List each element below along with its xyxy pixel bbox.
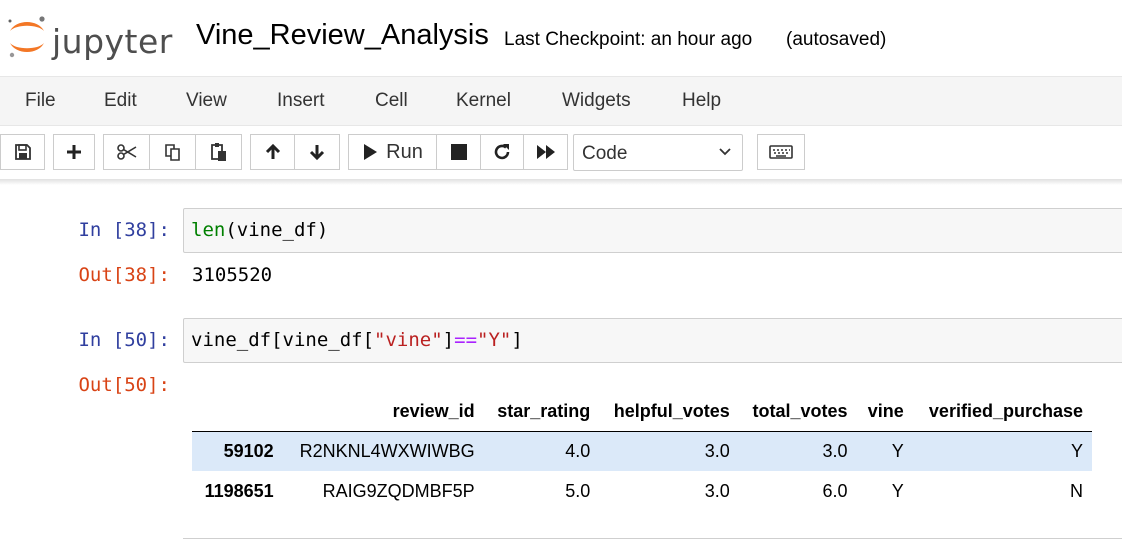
command-palette-button[interactable] — [757, 134, 805, 170]
code-token: ] — [511, 329, 523, 351]
restart-button[interactable] — [480, 134, 524, 170]
autosave-status: (autosaved) — [786, 29, 887, 50]
code-token: len — [191, 219, 226, 241]
input-prompt: In [50]: — [78, 329, 170, 351]
table-cell: Y — [1070, 440, 1083, 461]
next-cell-edge[interactable] — [183, 538, 1122, 544]
arrow-up-icon — [265, 143, 280, 159]
cell-type-select[interactable]: Code — [573, 134, 743, 171]
jupyter-logo-icon — [8, 16, 45, 58]
menu-file[interactable]: File — [25, 90, 56, 112]
menu-bar: File Edit View Insert Cell Kernel Widget… — [0, 76, 1122, 126]
dataframe-output: review_id star_rating helpful_votes tota… — [192, 393, 1092, 511]
table-cell: 4.0 — [565, 440, 591, 461]
menu-edit[interactable]: Edit — [104, 90, 137, 112]
table-row: 1198651 RAIG9ZQDMBF5P 5.0 3.0 6.0 Y N — [192, 471, 1092, 511]
table-cell: 6.0 — [822, 480, 848, 501]
logo-wordmark: jupyter — [52, 22, 173, 61]
column-header-verified-purchase: verified_purchase — [912, 393, 1092, 432]
cell-type-value: Code — [582, 143, 628, 164]
paste-icon — [210, 143, 226, 161]
output-prompt: Out[38]: — [78, 264, 170, 286]
arrow-down-icon — [309, 145, 325, 161]
table-cell: N — [1070, 480, 1083, 501]
table-row: 59102 R2NKNL4WXWIWBG 4.0 3.0 3.0 Y Y — [192, 431, 1092, 471]
menu-view[interactable]: View — [186, 90, 227, 112]
table-header-row: review_id star_rating helpful_votes tota… — [192, 393, 1092, 432]
copy-button[interactable] — [149, 134, 196, 170]
move-up-button[interactable] — [250, 134, 295, 170]
cut-icon — [116, 144, 136, 160]
code-string: "vine" — [374, 329, 443, 351]
row-index: 1198651 — [204, 480, 274, 501]
save-button[interactable] — [0, 134, 45, 170]
notebook-header: jupyter Vine_Review_Analysis Last Checkp… — [0, 0, 1122, 76]
move-down-button[interactable] — [294, 134, 340, 170]
chevron-down-icon — [719, 148, 731, 156]
menu-widgets[interactable]: Widgets — [562, 90, 631, 112]
menu-kernel[interactable]: Kernel — [456, 90, 511, 112]
code-token: vine_df[vine_df[ — [191, 329, 375, 351]
toolbar: Run — [0, 126, 1122, 180]
table-cell: 3.0 — [704, 480, 730, 501]
restart-icon — [494, 144, 510, 160]
code-cell-input[interactable]: len(vine_df) — [183, 208, 1122, 253]
table-cell: Y — [891, 480, 904, 501]
stop-icon — [450, 144, 467, 160]
column-header-review-id: review_id — [282, 393, 484, 432]
menu-cell[interactable]: Cell — [375, 90, 408, 112]
output-prompt: Out[50]: — [78, 374, 170, 396]
interrupt-button[interactable] — [436, 134, 481, 170]
dataframe-table: review_id star_rating helpful_votes tota… — [192, 393, 1092, 511]
copy-icon — [164, 144, 180, 161]
table-cell: 3.0 — [704, 440, 730, 461]
run-icon — [364, 144, 378, 160]
cut-button[interactable] — [103, 134, 150, 170]
run-label: Run — [386, 140, 423, 163]
jupyter-logo[interactable]: jupyter — [6, 13, 176, 61]
table-cell: RAIG9ZQDMBF5P — [322, 480, 475, 501]
code-string: "Y" — [477, 329, 512, 351]
restart-run-all-button[interactable] — [523, 134, 568, 170]
menu-help[interactable]: Help — [682, 90, 721, 112]
column-header-vine: vine — [856, 393, 913, 432]
row-index: 59102 — [223, 440, 274, 461]
table-cell: 5.0 — [565, 480, 591, 501]
code-token: ] — [442, 329, 455, 351]
keyboard-icon — [769, 145, 793, 159]
column-header-star-rating: star_rating — [483, 393, 600, 432]
run-button[interactable]: Run — [348, 134, 437, 170]
code-operator: == — [454, 329, 478, 351]
notebook-title[interactable]: Vine_Review_Analysis — [196, 19, 489, 52]
input-prompt: In [38]: — [78, 219, 170, 241]
code-cell-input[interactable]: vine_df[vine_df["vine"]=="Y"] — [183, 318, 1122, 363]
fast-forward-icon — [536, 145, 555, 159]
cell-output-text: 3105520 — [192, 264, 273, 286]
insert-cell-button[interactable] — [53, 134, 95, 170]
plus-icon — [67, 145, 81, 159]
menu-insert[interactable]: Insert — [277, 90, 325, 112]
toolbar-shadow — [0, 179, 1122, 185]
code-token: (vine_df) — [225, 219, 329, 241]
paste-button[interactable] — [195, 134, 242, 170]
index-header — [192, 393, 283, 432]
column-header-helpful-votes: helpful_votes — [599, 393, 739, 432]
table-cell: R2NKNL4WXWIWBG — [299, 440, 475, 461]
table-cell: Y — [891, 440, 904, 461]
save-icon — [14, 144, 31, 160]
checkpoint-status: Last Checkpoint: an hour ago — [504, 29, 753, 50]
table-cell: 3.0 — [822, 440, 848, 461]
column-header-total-votes: total_votes — [738, 393, 857, 432]
